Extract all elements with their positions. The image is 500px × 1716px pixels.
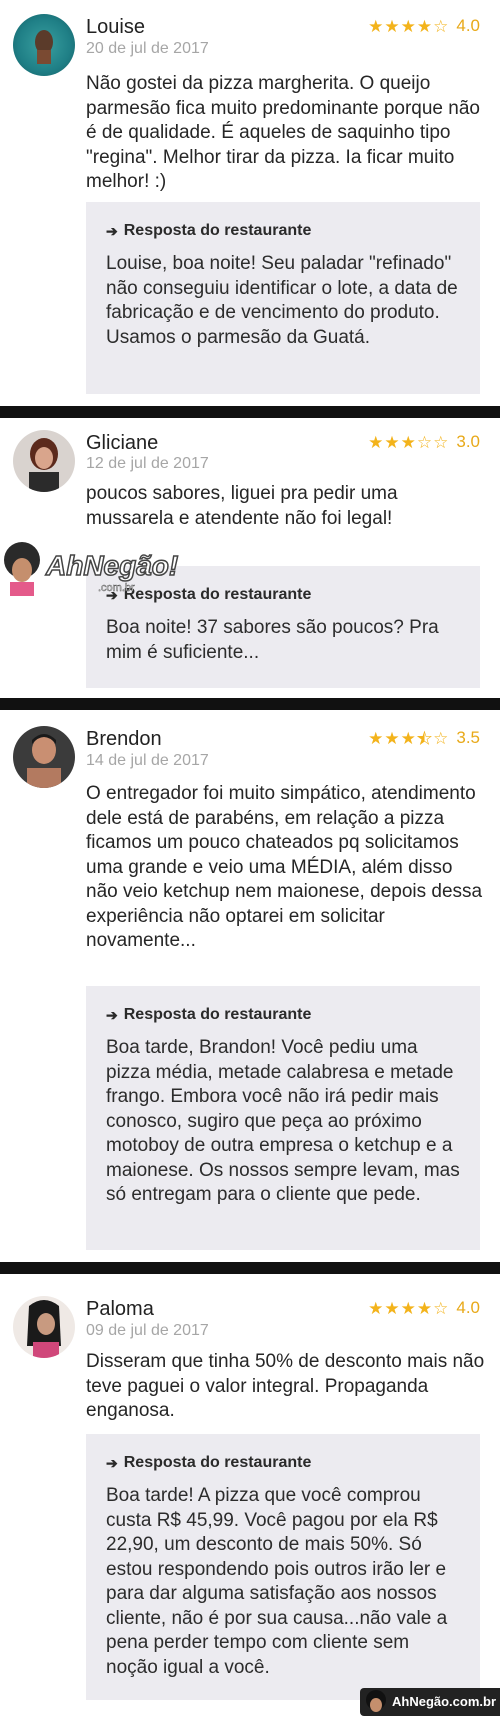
star-filled-icon: ★	[368, 432, 384, 452]
reply-text: Louise, boa noite! Seu paladar "refinado…	[106, 253, 458, 348]
review-card: Paloma 09 de jul de 2017 ★ ★ ★ ★ ☆ 4.0 D…	[0, 1274, 500, 1716]
rating: ★ ★ ★ ★ ☆ 4.0	[368, 16, 480, 36]
star-half-icon: ★	[416, 728, 433, 748]
reply-header: ➔ Resposta do restaurante	[106, 1454, 311, 1472]
star-filled-icon: ★	[384, 16, 400, 36]
reply-header: ➔ Resposta do restaurante	[106, 1006, 311, 1024]
star-filled-icon: ★	[368, 16, 384, 36]
watermark: AhNegão! .com.br	[0, 538, 179, 598]
rating: ★ ★ ★ ★ ☆ 4.0	[368, 1298, 480, 1318]
star-empty-icon: ☆	[433, 16, 449, 36]
reviewer-name: Brendon	[86, 728, 162, 750]
star-empty-icon: ☆	[416, 432, 433, 452]
star-rating: ★ ★ ★ ★ ☆	[368, 728, 449, 748]
brand-mascot-icon	[366, 1690, 386, 1712]
star-filled-icon: ★	[384, 432, 400, 452]
review-text: Disseram que tinha 50% de desconto mais …	[86, 1351, 485, 1421]
star-filled-icon: ★	[400, 432, 416, 452]
rating-score: 3.0	[456, 432, 480, 451]
star-rating: ★ ★ ★ ★ ☆	[368, 18, 448, 35]
star-filled-icon: ★	[416, 16, 433, 36]
star-filled-icon: ★	[384, 1298, 400, 1318]
watermark-text: AhNegão!	[45, 549, 179, 582]
rating-score: 3.5	[456, 728, 480, 747]
star-filled-icon: ★	[400, 1298, 416, 1318]
reply-arrow-icon: ➔	[106, 1454, 118, 1471]
review-text: poucos sabores, liguei pra pedir uma mus…	[86, 483, 398, 529]
reviewer-name: Louise	[86, 16, 145, 38]
review-date: 09 de jul de 2017	[86, 1322, 209, 1339]
star-empty-icon: ☆	[433, 432, 449, 452]
star-filled-icon: ★	[400, 16, 416, 36]
avatar[interactable]	[13, 14, 75, 76]
review-card: Brendon 14 de jul de 2017 ★ ★ ★ ★ ☆ 3.5 …	[0, 710, 500, 1262]
reviewer-name: Paloma	[86, 1298, 154, 1320]
reply-text: Boa noite! 37 sabores são poucos? Pra mi…	[106, 617, 439, 663]
star-filled-icon: ★	[416, 1298, 433, 1318]
review-card: Louise 20 de jul de 2017 ★ ★ ★ ★ ☆ 4.0 N…	[0, 0, 500, 406]
footer-brand-text: AhNegão.com.br	[392, 1694, 497, 1709]
rating-score: 4.0	[456, 1298, 480, 1317]
star-rating: ★ ★ ★ ☆ ☆	[368, 434, 448, 451]
restaurant-reply: ➔ Resposta do restaurante Boa tarde! A p…	[86, 1434, 480, 1700]
reply-arrow-icon: ➔	[106, 1006, 118, 1023]
separator	[0, 698, 500, 710]
restaurant-reply: ➔ Resposta do restaurante Louise, boa no…	[86, 202, 480, 394]
restaurant-reply: ➔ Resposta do restaurante Boa tarde, Bra…	[86, 986, 480, 1250]
reply-label: Resposta do restaurante	[123, 1454, 312, 1471]
star-rating: ★ ★ ★ ★ ☆	[368, 1300, 448, 1317]
star-empty-icon: ☆	[433, 728, 449, 748]
star-filled-icon: ★	[368, 728, 384, 748]
reviewer-name: Gliciane	[86, 432, 159, 454]
watermark-mascot-icon	[4, 542, 40, 596]
watermark-subtext: .com.br	[98, 582, 135, 595]
separator	[0, 1262, 500, 1274]
review-date: 20 de jul de 2017	[86, 40, 209, 57]
review-text: O entregador foi muito simpático, atendi…	[86, 783, 483, 951]
footer-brand: AhNegão.com.br	[360, 1688, 500, 1716]
star-filled-icon: ★	[384, 728, 400, 748]
reply-arrow-icon: ➔	[106, 222, 118, 239]
reply-text: Boa tarde, Brandon! Você pediu uma pizza…	[106, 1037, 460, 1205]
star-filled-icon: ★	[400, 728, 416, 748]
avatar[interactable]	[13, 726, 75, 788]
reply-label: Resposta do restaurante	[123, 1006, 312, 1023]
review-text: Não gostei da pizza margherita. O queijo…	[86, 73, 480, 192]
rating: ★ ★ ★ ★ ☆ 3.5	[368, 728, 480, 748]
rating-score: 4.0	[456, 16, 480, 35]
avatar[interactable]	[13, 1296, 75, 1358]
rating: ★ ★ ★ ☆ ☆ 3.0	[368, 432, 480, 452]
review-date: 12 de jul de 2017	[86, 455, 209, 472]
reply-header: ➔ Resposta do restaurante	[106, 222, 311, 240]
star-empty-icon: ☆	[433, 1298, 449, 1318]
star-filled-icon: ★	[368, 1298, 384, 1318]
avatar[interactable]	[13, 430, 75, 492]
reply-label: Resposta do restaurante	[123, 222, 312, 239]
separator	[0, 406, 500, 418]
review-date: 14 de jul de 2017	[86, 752, 209, 769]
reply-text: Boa tarde! A pizza que você comprou cust…	[106, 1485, 448, 1678]
